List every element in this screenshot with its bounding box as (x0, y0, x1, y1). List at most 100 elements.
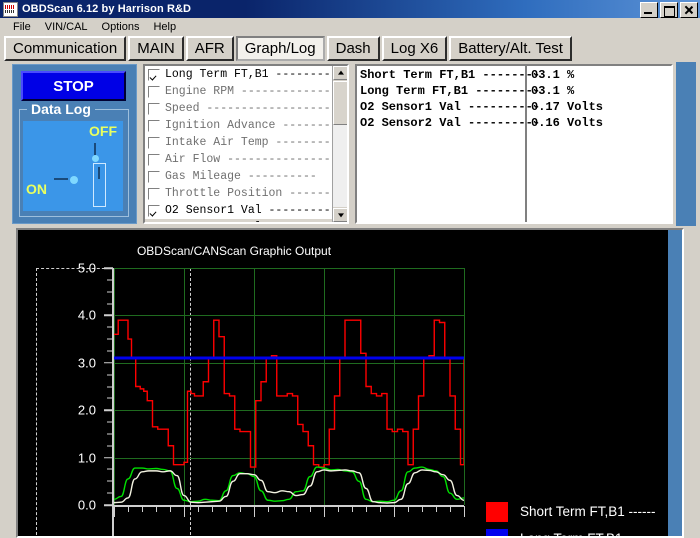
menu-item-vin-cal[interactable]: VIN/CAL (38, 20, 95, 34)
pid-list-item[interactable]: Gas Mileage ---------- (145, 168, 347, 185)
readout-name-column: Short Term FT,B1 --------Long Term FT,B1… (357, 66, 527, 222)
close-button[interactable] (680, 2, 698, 18)
readout-row-value: 0.16 Volts (527, 115, 671, 131)
x-axis-tick (366, 506, 367, 512)
tab-bar: Communication MAIN AFR Graph/Log Dash Lo… (4, 36, 574, 61)
y-axis-minor-tick (107, 433, 113, 434)
stop-button[interactable]: STOP (21, 71, 126, 101)
x-axis-tick (198, 506, 199, 512)
scroll-up-icon[interactable] (333, 66, 348, 80)
chart-title: OBDScan/CANScan Graphic Output (18, 244, 682, 258)
pid-list-item[interactable]: Air Flow --------------- (145, 151, 347, 168)
pid-list-item[interactable]: Engine RPM ------------- (145, 83, 347, 100)
y-axis-major-tick (104, 457, 113, 459)
tab-main[interactable]: MAIN (128, 36, 184, 61)
y-axis-major-tick (104, 315, 113, 317)
pid-list-item[interactable]: Ignition Advance ------- (145, 117, 347, 134)
y-axis-major-tick (104, 362, 113, 364)
pid-list-item[interactable]: O2 Sensor1 Val --------- (145, 202, 347, 219)
y-axis-major-tick (104, 409, 113, 411)
readout-row-value: 0.17 Volts (527, 99, 671, 115)
y-axis-minor-tick (107, 327, 113, 328)
y-axis-minor-tick (107, 445, 113, 446)
control-panel: STOP Data Log OFF ON (12, 64, 137, 224)
readout-row-name: Short Term FT,B1 -------- (357, 67, 525, 83)
scrollbar-thumb[interactable] (333, 81, 348, 125)
data-log-switch-area[interactable]: OFF ON (23, 121, 123, 211)
checkbox-icon[interactable] (148, 103, 160, 115)
pid-list-item-label: Speed ------------------ (165, 102, 331, 115)
pid-list-item[interactable]: Throttle Position ------ (145, 185, 347, 202)
pid-list-scrollbar[interactable] (332, 66, 347, 222)
y-axis-tick-label: 2.0 (36, 403, 96, 418)
window-title: OBDScan 6.12 by Harrison R&D (22, 3, 191, 15)
tab-afr[interactable]: AFR (186, 36, 234, 61)
pid-list-item[interactable]: Long Term FT,B1 --------- (145, 66, 347, 83)
checkbox-icon[interactable] (148, 222, 160, 225)
menu-item-file[interactable]: File (6, 20, 38, 34)
obdscan-window: OBDScan 6.12 by Harrison R&D File VIN/CA… (0, 0, 700, 538)
checkbox-icon[interactable] (148, 205, 160, 217)
x-axis-tick (338, 506, 339, 512)
scrollbar-track[interactable] (333, 125, 347, 207)
pid-list-item-label: Air Flow --------------- (165, 153, 331, 166)
series-line (114, 470, 464, 503)
readout-row-value: 03.1 % (527, 67, 671, 83)
series-line (114, 467, 464, 502)
checkbox-icon[interactable] (148, 188, 160, 200)
x-axis-line (114, 505, 464, 507)
y-axis-minor-tick (107, 303, 113, 304)
y-axis-minor-tick (107, 469, 113, 470)
pid-list-item-label: Ignition Advance ------- (165, 119, 331, 132)
legend-item: Short Term FT,B1 ------ (486, 498, 658, 525)
y-axis-minor-tick (107, 493, 113, 494)
live-readout-panel: Short Term FT,B1 --------Long Term FT,B1… (355, 64, 673, 224)
x-axis-tick (226, 506, 227, 512)
menu-item-options[interactable]: Options (95, 20, 147, 34)
tab-battery-alt-test[interactable]: Battery/Alt. Test (449, 36, 572, 61)
y-axis-minor-tick (107, 386, 113, 387)
pid-list-item[interactable]: Speed ------------------ (145, 100, 347, 117)
checkbox-icon[interactable] (148, 86, 160, 98)
legend-label: Short Term FT,B1 ------ (520, 504, 656, 519)
pid-list-item[interactable]: Intake Air Temp -------- (145, 134, 347, 151)
scroll-down-icon[interactable] (333, 208, 348, 222)
checkbox-icon[interactable] (148, 69, 160, 81)
x-axis-tick (170, 506, 171, 512)
x-axis-tick (296, 506, 297, 512)
legend-color-swatch (486, 529, 508, 538)
tab-dash[interactable]: Dash (327, 36, 380, 61)
grid-line-vertical (464, 268, 465, 505)
y-axis-major-tick (104, 504, 113, 506)
x-axis-tick (408, 506, 409, 512)
y-axis-minor-tick (107, 398, 113, 399)
x-axis-tick (128, 506, 129, 512)
readout-row-name: Long Term FT,B1 --------- (357, 83, 525, 99)
x-axis-tick (464, 506, 465, 517)
readout-value-column: 03.1 %03.1 % 0.17 Volts 0.16 Volts (527, 66, 671, 222)
tab-graph-log[interactable]: Graph/Log (236, 36, 325, 61)
checkbox-icon[interactable] (148, 171, 160, 183)
tab-communication[interactable]: Communication (4, 36, 126, 61)
checkbox-icon[interactable] (148, 137, 160, 149)
checkbox-icon[interactable] (148, 154, 160, 166)
x-axis-tick (212, 506, 213, 512)
x-axis-tick (156, 506, 157, 512)
switch-stem (94, 143, 96, 155)
menu-item-help[interactable]: Help (146, 20, 183, 34)
x-axis-tick (240, 506, 241, 512)
pid-list-item[interactable]: O2 Sensor2 Val --------- (145, 219, 347, 224)
minimize-button[interactable] (640, 2, 658, 18)
pid-selection-list[interactable]: Long Term FT,B1 ---------Engine RPM ----… (143, 64, 349, 224)
pid-list-item-label: Gas Mileage ---------- (165, 170, 317, 183)
checkbox-icon[interactable] (148, 120, 160, 132)
right-blue-strip (676, 62, 696, 226)
y-axis-tick-label: 0.0 (36, 498, 96, 513)
tab-log-x6[interactable]: Log X6 (382, 36, 448, 61)
maximize-button[interactable] (660, 2, 678, 18)
switch-lever[interactable] (93, 163, 106, 207)
x-axis-tick (380, 506, 381, 512)
readout-row-value: 03.1 % (527, 83, 671, 99)
switch-off-label: OFF (89, 123, 117, 139)
x-axis-tick (142, 506, 143, 512)
